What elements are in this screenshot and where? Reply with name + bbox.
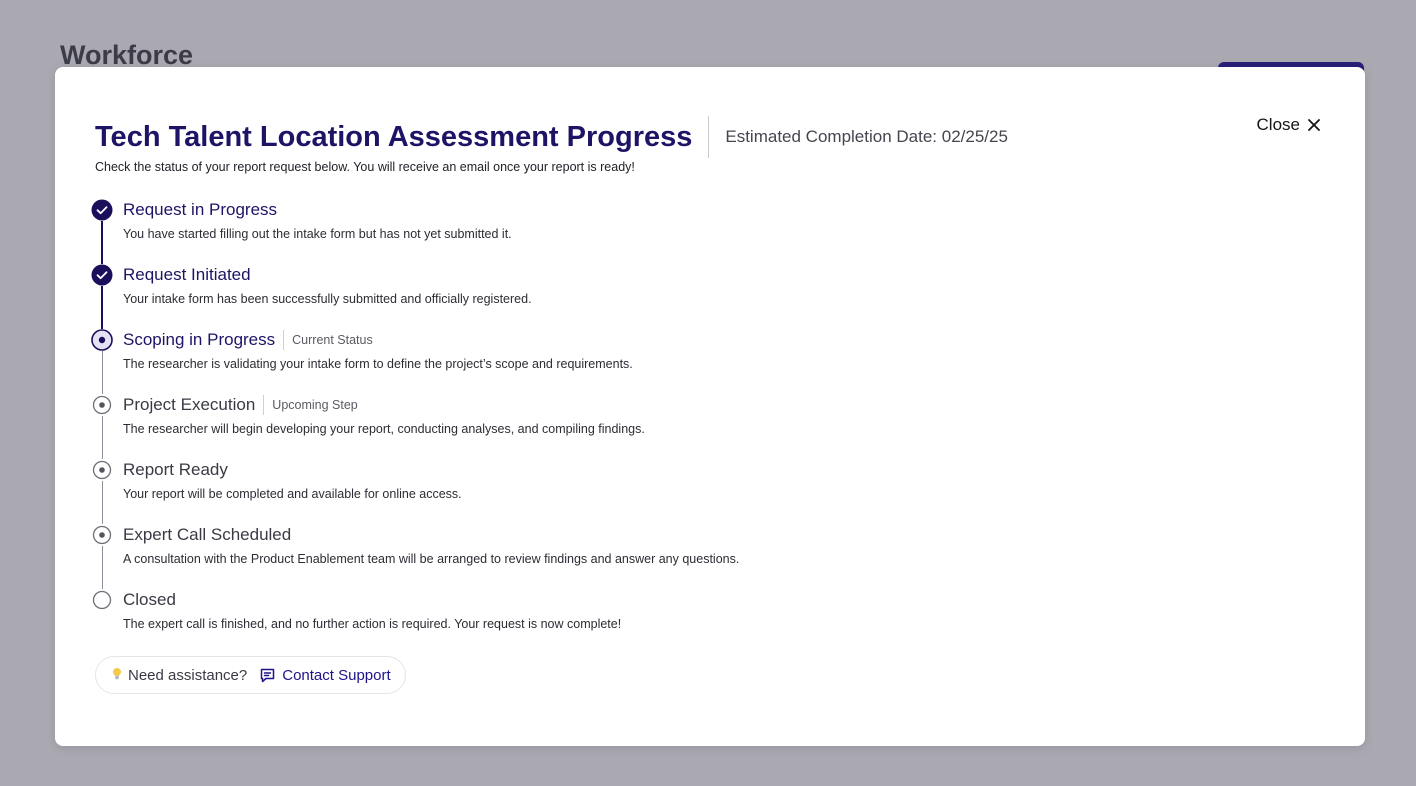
step-description: You have started filling out the intake … xyxy=(123,227,512,241)
modal-title: Tech Talent Location Assessment Progress xyxy=(95,120,693,153)
progress-modal: Tech Talent Location Assessment Progress… xyxy=(55,67,1365,746)
step-title: Request Initiated xyxy=(123,265,251,284)
step-title: Project Execution xyxy=(123,395,256,414)
tag-divider xyxy=(263,395,265,415)
timeline-connector xyxy=(101,286,103,329)
contact-support-label: Contact Support xyxy=(282,666,391,684)
timeline-connector xyxy=(102,351,103,394)
upcoming-step-icon xyxy=(92,395,112,415)
step-description: The researcher is validating your intake… xyxy=(123,357,633,371)
step-description: Your intake form has been successfully s… xyxy=(123,292,532,306)
upcoming-step-icon xyxy=(92,525,112,545)
timeline-step-closed: Closed The expert call is finished, and … xyxy=(91,587,991,652)
step-title: Report Ready xyxy=(123,460,228,479)
timeline-step-request-initiated: Request Initiated Your intake form has b… xyxy=(91,262,991,329)
tag-divider xyxy=(283,330,285,350)
timeline-step-report-ready: Report Ready Your report will be complet… xyxy=(91,457,991,524)
timeline-connector xyxy=(102,546,103,589)
estimated-completion-date: Estimated Completion Date: 02/25/25 xyxy=(725,127,1008,146)
current-status-tag: Current Status xyxy=(292,333,373,347)
timeline-step-expert-call-scheduled: Expert Call Scheduled A consultation wit… xyxy=(91,522,991,589)
step-title: Request in Progress xyxy=(123,200,278,219)
timeline-connector xyxy=(101,221,103,264)
modal-header: Tech Talent Location Assessment Progress… xyxy=(95,115,1008,159)
header-divider xyxy=(708,116,710,158)
step-title: Scoping in Progress xyxy=(123,330,276,349)
upcoming-step-tag: Upcoming Step xyxy=(272,398,358,412)
need-assistance-label: Need assistance? xyxy=(128,666,248,684)
timeline-step-project-execution: Project Execution Upcoming Step The rese… xyxy=(91,392,991,459)
completed-check-icon xyxy=(91,199,113,221)
help-pill: Need assistance? Contact Support xyxy=(95,656,406,694)
timeline-step-scoping-in-progress: Scoping in Progress Current Status The r… xyxy=(91,327,991,394)
close-label: Close xyxy=(1256,115,1300,134)
contact-support-link[interactable]: Contact Support xyxy=(259,666,391,684)
timeline-step-request-in-progress: Request in Progress You have started fil… xyxy=(91,197,991,264)
timeline-connector xyxy=(102,416,103,459)
empty-circle-icon xyxy=(92,590,112,610)
completed-check-icon xyxy=(91,264,113,286)
step-description: The researcher will begin developing you… xyxy=(123,422,645,436)
step-description: A consultation with the Product Enableme… xyxy=(123,552,740,566)
step-title: Expert Call Scheduled xyxy=(123,525,292,544)
close-button[interactable]: Close xyxy=(1257,115,1321,135)
close-icon xyxy=(1308,119,1320,131)
timeline-connector xyxy=(102,481,103,524)
upcoming-step-icon xyxy=(92,460,112,480)
step-description: The expert call is finished, and no furt… xyxy=(123,617,622,631)
current-step-icon xyxy=(91,329,113,351)
step-title: Closed xyxy=(123,590,176,609)
lightbulb-icon xyxy=(112,667,122,684)
step-description: Your report will be completed and availa… xyxy=(123,487,462,501)
chat-icon xyxy=(261,668,275,682)
modal-subtitle: Check the status of your report request … xyxy=(95,160,635,174)
